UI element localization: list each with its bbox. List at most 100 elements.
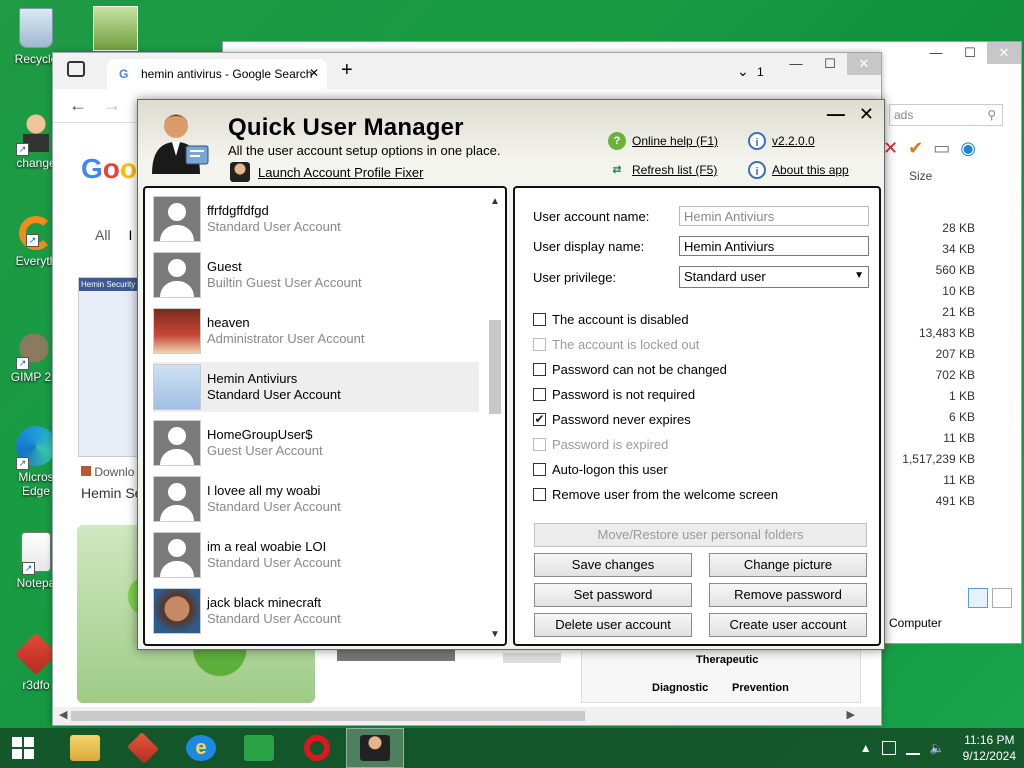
refresh-list-link[interactable]: ⇄ Refresh list (F5)	[608, 161, 717, 179]
checkbox-auto-logon[interactable]: Auto-logon this user	[533, 462, 668, 477]
user-list-item-selected[interactable]: Hemin Antiviurs Standard User Account	[153, 362, 479, 412]
properties-icon[interactable]: ▭	[933, 138, 950, 159]
scrollbar-thumb[interactable]	[71, 711, 585, 721]
minimize-icon[interactable]: —	[827, 104, 845, 125]
user-list-item[interactable]: heaven Administrator User Account	[153, 306, 479, 356]
minimize-icon[interactable]: —	[779, 53, 813, 75]
gimp-icon: ↗	[16, 326, 56, 370]
display-name-field[interactable]	[679, 236, 869, 256]
about-app-link[interactable]: i About this app	[748, 161, 849, 179]
create-user-button[interactable]: Create user account	[709, 613, 867, 637]
size-column-header[interactable]: Size	[909, 169, 932, 183]
checkbox	[533, 438, 546, 451]
large-icons-view-icon[interactable]	[992, 588, 1012, 608]
privilege-select[interactable]: Standard user ▼	[679, 266, 869, 288]
new-tab-icon[interactable]: +	[341, 59, 353, 82]
delete-user-button[interactable]: Delete user account	[534, 613, 692, 637]
result-image-diagram[interactable]: Therapeutic Diagnostic Prevention	[581, 647, 861, 703]
checkbox[interactable]	[533, 488, 546, 501]
taskbar-file-explorer[interactable]	[56, 728, 114, 768]
checkbox-password-not-required[interactable]: Password is not required	[533, 387, 695, 402]
nav-item-computer[interactable]: Computer	[889, 616, 942, 630]
info-icon: i	[748, 161, 766, 179]
checkmark-icon[interactable]: ✔	[908, 138, 923, 159]
network-icon[interactable]	[905, 741, 920, 755]
user-list-item[interactable]: HomeGroupUser$ Guest User Account	[153, 418, 479, 468]
save-changes-button[interactable]: Save changes	[534, 553, 692, 577]
close-tab-icon[interactable]: ✕	[309, 66, 319, 80]
launch-profile-fixer-link[interactable]: Launch Account Profile Fixer	[230, 162, 423, 182]
scroll-down-icon[interactable]: ▼	[490, 629, 500, 640]
taskbar-internet-explorer[interactable]: e	[172, 728, 230, 768]
tab-actions-icon[interactable]	[67, 61, 85, 77]
forward-icon[interactable]: →	[103, 95, 121, 116]
scroll-right-icon[interactable]: ▶	[847, 708, 855, 721]
browser-tab[interactable]: G hemin antivirus - Google Search ✕	[107, 59, 327, 89]
online-help-link[interactable]: ? Online help (F1)	[608, 132, 718, 150]
shortcut-arrow-icon: ↗	[16, 457, 29, 470]
remove-password-button[interactable]: Remove password	[709, 583, 867, 607]
checkbox[interactable]	[533, 388, 546, 401]
taskbar-store[interactable]	[230, 728, 288, 768]
delete-icon[interactable]: ✕	[883, 138, 898, 159]
maximize-icon[interactable]: ☐	[953, 42, 987, 64]
back-icon[interactable]: ←	[69, 95, 87, 116]
close-icon[interactable]: ✕	[859, 104, 874, 125]
result-image[interactable]	[503, 653, 561, 663]
checkbox[interactable]	[533, 463, 546, 476]
r3dfox-icon	[14, 632, 58, 676]
version-link[interactable]: i v2.2.0.0	[748, 132, 815, 150]
shell-icon[interactable]: ◉	[960, 138, 976, 159]
close-icon[interactable]: ✕	[847, 53, 881, 75]
checkbox-account-disabled[interactable]: The account is disabled	[533, 312, 689, 327]
details-view-icon[interactable]	[968, 588, 988, 608]
user-list-scrollbar[interactable]: ▲ ▼	[487, 190, 503, 642]
result-thumbnail[interactable]: Hemin Security	[78, 277, 140, 457]
checkbox[interactable]	[533, 313, 546, 326]
tray-overflow-icon[interactable]: ▲	[860, 741, 872, 755]
checkbox-remove-from-welcome[interactable]: Remove user from the welcome screen	[533, 487, 778, 502]
checkbox-password-never-expires[interactable]: ✔ Password never expires	[533, 412, 691, 427]
user-list-item[interactable]: I lovee all my woabi Standard User Accoun…	[153, 474, 479, 524]
scroll-left-icon[interactable]: ◀	[59, 708, 67, 721]
action-center-icon[interactable]	[881, 741, 896, 755]
explorer-search-input[interactable]: ads ⚲	[889, 104, 1003, 126]
set-password-button[interactable]: Set password	[534, 583, 692, 607]
browser-tab-bar: G hemin antivirus - Google Search ✕ + ⌄ …	[53, 53, 881, 89]
checkbox-password-cannot-change[interactable]: Password can not be changed	[533, 362, 727, 377]
scroll-up-icon[interactable]: ▲	[490, 196, 500, 207]
user-list-item[interactable]: jack black minecraft Standard User Accoun…	[153, 586, 479, 636]
result-source[interactable]: Downlo	[81, 465, 134, 479]
filter-all-tab[interactable]: All I	[95, 227, 132, 243]
chevron-down-icon[interactable]: ⌄	[737, 63, 749, 80]
start-button[interactable]	[0, 728, 46, 768]
file-size: 10 KB	[942, 284, 975, 298]
user-list-item[interactable]: ffrfdgffdfgd Standard User Account	[153, 194, 479, 244]
user-list-item[interactable]: Guest Builtin Guest User Account	[153, 250, 479, 300]
shortcut-arrow-icon: ↗	[16, 357, 29, 370]
horizontal-scrollbar[interactable]: ◀ ▶	[53, 707, 881, 725]
scrollbar-thumb[interactable]	[489, 320, 501, 414]
close-icon[interactable]: ✕	[987, 42, 1021, 64]
clock[interactable]: 11:16 PM 9/12/2024	[963, 732, 1016, 764]
minimize-icon[interactable]: —	[919, 42, 953, 64]
user-list-item[interactable]: im a real woabie LOI Standard User Accoun…	[153, 530, 479, 580]
account-name-field[interactable]	[679, 206, 869, 226]
google-favicon-icon: G	[119, 67, 129, 81]
move-restore-folders-button[interactable]: Move/Restore user personal folders	[534, 523, 867, 547]
change-picture-button[interactable]: Change picture	[709, 553, 867, 577]
result-title[interactable]: Hemin Se	[81, 485, 142, 501]
user-type: Standard User Account	[207, 611, 341, 626]
checkbox-checked[interactable]: ✔	[533, 413, 546, 426]
taskbar-r3dfox[interactable]	[114, 728, 172, 768]
taskbar-quick-user-manager[interactable]	[346, 728, 404, 768]
site-favicon-icon	[81, 466, 91, 476]
desktop-image-thumbnail[interactable]	[93, 6, 138, 51]
maximize-icon[interactable]: ☐	[813, 53, 847, 75]
user-name: I lovee all my woabi	[207, 483, 321, 498]
volume-icon[interactable]: 🔈	[930, 741, 945, 755]
google-logo[interactable]: Goo	[81, 153, 137, 185]
filter-images-tab[interactable]: I	[128, 227, 132, 243]
taskbar-opera[interactable]	[288, 728, 346, 768]
checkbox[interactable]	[533, 363, 546, 376]
